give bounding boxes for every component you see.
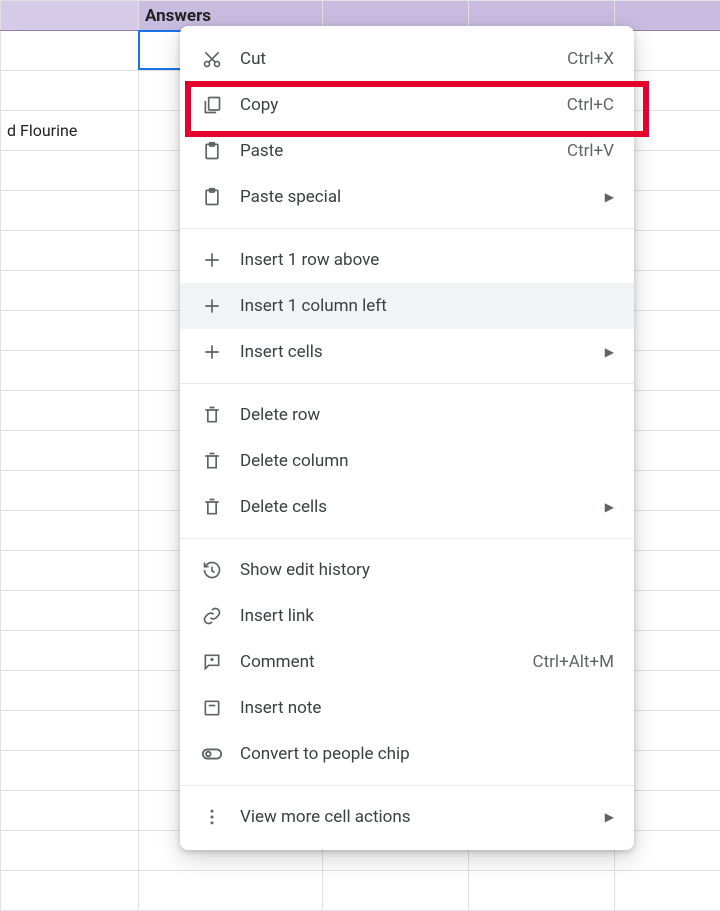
menu-item-label: Convert to people chip xyxy=(240,744,614,764)
menu-item-delete-column[interactable]: Delete column xyxy=(180,438,634,484)
trash-icon xyxy=(200,495,224,519)
plus-icon xyxy=(200,340,224,364)
menu-item-delete-row[interactable]: Delete row xyxy=(180,392,634,438)
menu-item-show-edit-history[interactable]: Show edit history xyxy=(180,547,634,593)
submenu-arrow-icon: ▶ xyxy=(605,810,614,824)
menu-item-label: Insert link xyxy=(240,606,614,626)
menu-item-cut[interactable]: Cut Ctrl+X xyxy=(180,36,634,82)
menu-item-comment[interactable]: Comment Ctrl+Alt+M xyxy=(180,639,634,685)
menu-item-label: Show edit history xyxy=(240,560,614,580)
context-menu: Cut Ctrl+X Copy Ctrl+C Paste Ctrl+V Past… xyxy=(180,26,634,850)
menu-item-label: Delete row xyxy=(240,405,614,425)
menu-item-label: Paste xyxy=(240,141,555,161)
menu-item-label: Insert 1 column left xyxy=(240,296,614,316)
copy-icon xyxy=(200,93,224,117)
menu-item-paste[interactable]: Paste Ctrl+V xyxy=(180,128,634,174)
menu-item-insert-cells[interactable]: Insert cells ▶ xyxy=(180,329,634,375)
menu-divider xyxy=(180,538,634,539)
submenu-arrow-icon: ▶ xyxy=(605,500,614,514)
menu-item-insert-row-above[interactable]: Insert 1 row above xyxy=(180,237,634,283)
link-icon xyxy=(200,604,224,628)
menu-item-insert-column-left[interactable]: Insert 1 column left xyxy=(180,283,634,329)
cell-a1[interactable] xyxy=(1,1,139,31)
menu-item-label: Delete column xyxy=(240,451,614,471)
note-icon xyxy=(200,696,224,720)
trash-icon xyxy=(200,403,224,427)
submenu-arrow-icon: ▶ xyxy=(605,345,614,359)
cell-e1[interactable] xyxy=(615,1,720,31)
menu-item-shortcut: Ctrl+V xyxy=(567,141,614,161)
menu-item-shortcut: Ctrl+X xyxy=(567,49,614,69)
plus-icon xyxy=(200,294,224,318)
menu-item-label: Comment xyxy=(240,652,521,672)
menu-item-label: Insert note xyxy=(240,698,614,718)
menu-divider xyxy=(180,383,634,384)
menu-item-label: Insert 1 row above xyxy=(240,250,614,270)
paste-icon xyxy=(200,139,224,163)
comment-icon xyxy=(200,650,224,674)
submenu-arrow-icon: ▶ xyxy=(605,190,614,204)
menu-divider xyxy=(180,228,634,229)
menu-item-shortcut: Ctrl+C xyxy=(567,95,614,115)
menu-item-label: Cut xyxy=(240,49,555,69)
history-icon xyxy=(200,558,224,582)
menu-item-label: Delete cells xyxy=(240,497,593,517)
cut-icon xyxy=(200,47,224,71)
menu-item-insert-link[interactable]: Insert link xyxy=(180,593,634,639)
menu-item-label: View more cell actions xyxy=(240,807,593,827)
menu-item-delete-cells[interactable]: Delete cells ▶ xyxy=(180,484,634,530)
menu-item-shortcut: Ctrl+Alt+M xyxy=(533,652,614,672)
table-row[interactable] xyxy=(1,871,720,911)
menu-item-view-more-cell-actions[interactable]: View more cell actions ▶ xyxy=(180,794,634,840)
menu-item-paste-special[interactable]: Paste special ▶ xyxy=(180,174,634,220)
menu-item-copy[interactable]: Copy Ctrl+C xyxy=(180,82,634,128)
paste-icon xyxy=(200,185,224,209)
menu-divider xyxy=(180,785,634,786)
cell-a4[interactable]: d Flourine xyxy=(1,111,139,151)
menu-item-label: Copy xyxy=(240,95,555,115)
menu-item-convert-to-people-chip[interactable]: Convert to people chip xyxy=(180,731,634,777)
menu-item-insert-note[interactable]: Insert note xyxy=(180,685,634,731)
trash-icon xyxy=(200,449,224,473)
menu-item-label: Insert cells xyxy=(240,342,593,362)
menu-item-label: Paste special xyxy=(240,187,593,207)
plus-icon xyxy=(200,248,224,272)
more-vertical-icon xyxy=(200,805,224,829)
person-chip-icon xyxy=(200,742,224,766)
